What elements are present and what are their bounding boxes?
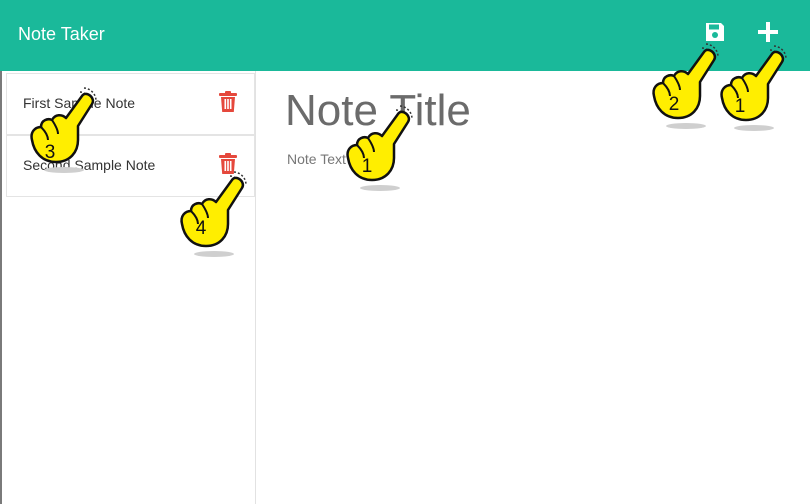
- note-title-input[interactable]: [285, 83, 785, 139]
- list-item[interactable]: Second Sample Note: [6, 135, 255, 197]
- note-title[interactable]: Second Sample Note: [23, 157, 155, 173]
- trash-icon[interactable]: [218, 153, 238, 175]
- navbar: Note Taker: [0, 0, 810, 71]
- trash-icon[interactable]: [218, 91, 238, 113]
- notes-list: First Sample Note Second Sample Note: [0, 71, 256, 504]
- list-item[interactable]: First Sample Note: [6, 73, 255, 135]
- note-title[interactable]: First Sample Note: [23, 95, 135, 111]
- app-brand[interactable]: Note Taker: [18, 24, 105, 45]
- new-note-button[interactable]: [754, 18, 782, 46]
- save-note-button[interactable]: [701, 18, 729, 46]
- save-icon: [706, 23, 724, 41]
- note-editor: [257, 71, 810, 504]
- note-text-input[interactable]: [287, 151, 787, 211]
- plus-icon: [758, 22, 778, 42]
